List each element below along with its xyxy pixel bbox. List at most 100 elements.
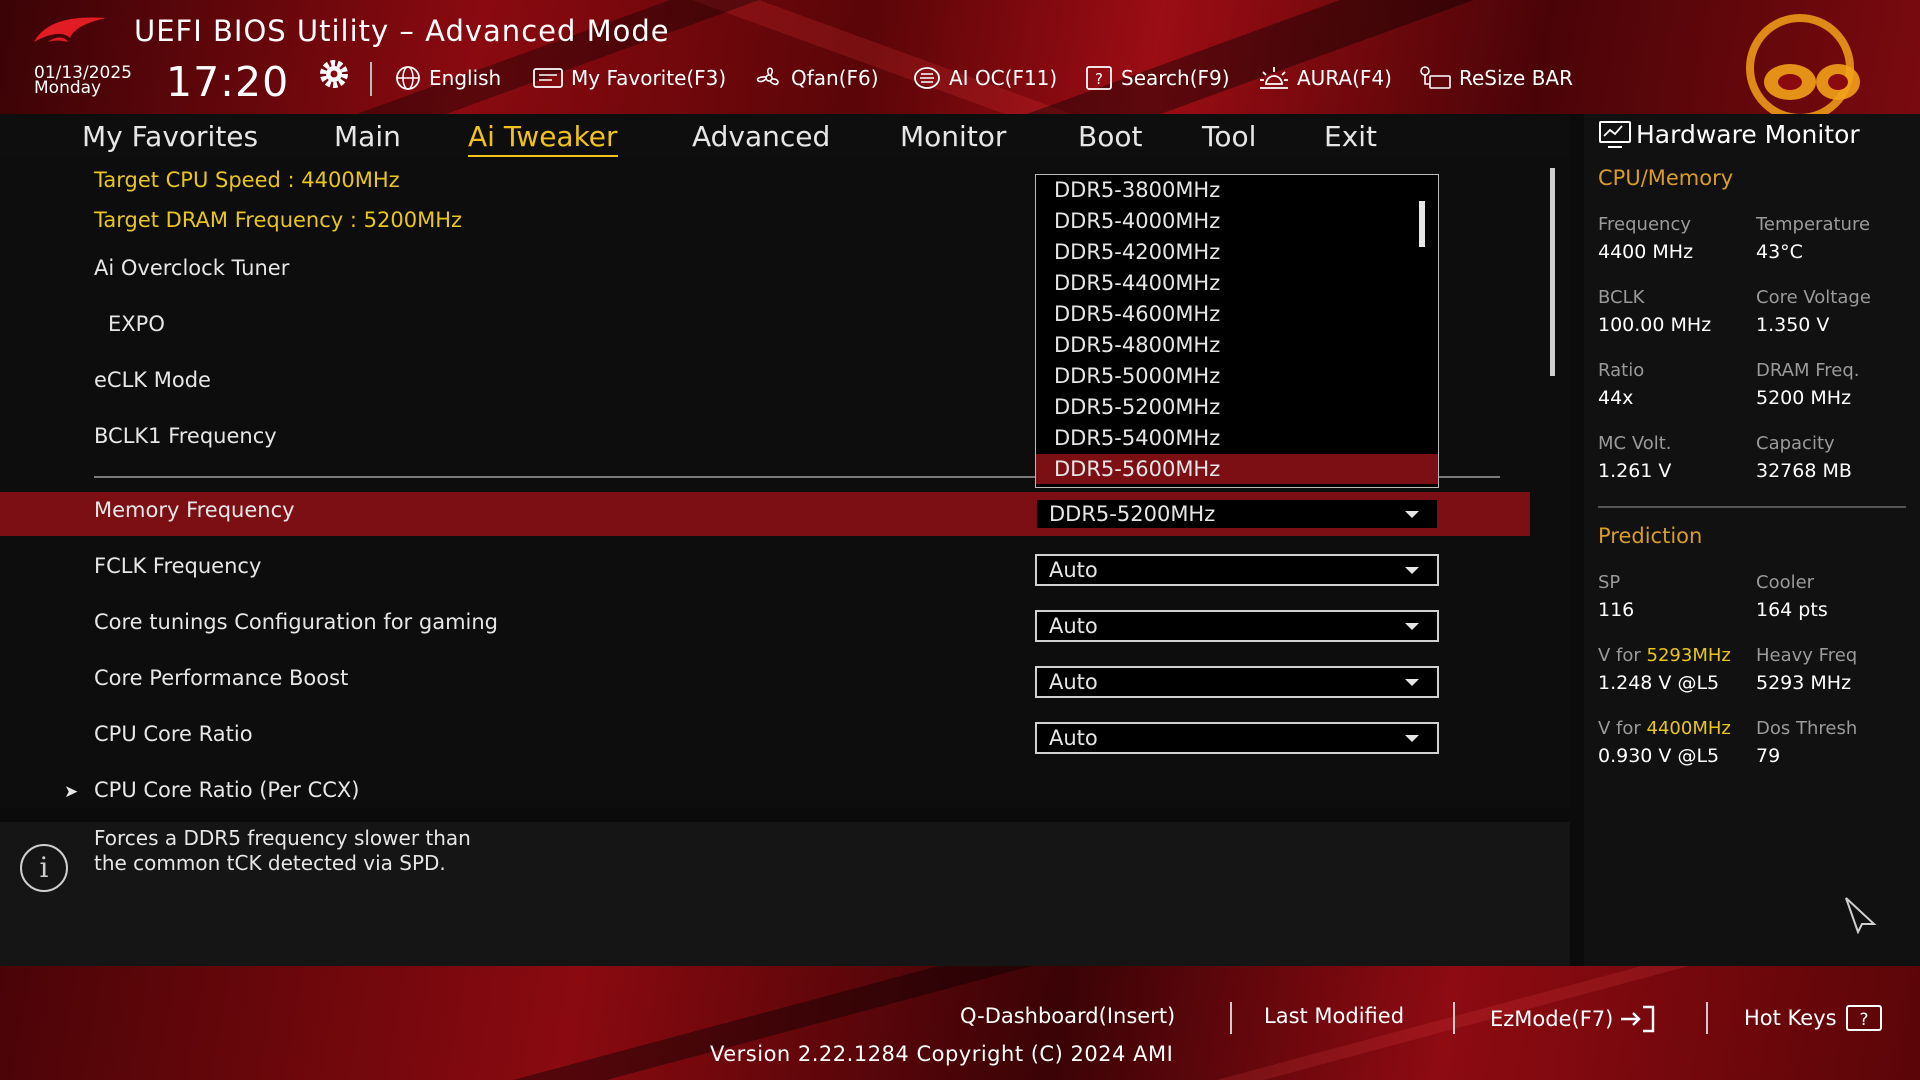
hw-value-vfor-heavy: 1.248 V @L5 bbox=[1598, 672, 1720, 694]
help-icon: ? bbox=[1845, 1005, 1882, 1031]
dropdown-option[interactable]: DDR5-4600MHz bbox=[1036, 299, 1438, 329]
hw-label-heavy-freq: Heavy Freq bbox=[1756, 645, 1858, 666]
hw-value-mc-volt: 1.261 V bbox=[1598, 460, 1672, 482]
watermark-logo-icon bbox=[1746, 14, 1860, 114]
setting-memory-frequency[interactable]: Memory Frequency bbox=[94, 498, 295, 522]
chevron-down-icon bbox=[1405, 735, 1419, 742]
hw-label-dos-thresh: Dos Thresh bbox=[1756, 718, 1858, 739]
dropdown-scrollbar[interactable] bbox=[1419, 201, 1425, 247]
toolbar-search[interactable]: ? Search(F9) bbox=[1084, 64, 1230, 92]
tab-ai-tweaker[interactable]: Ai Tweaker bbox=[468, 120, 618, 157]
tab-exit[interactable]: Exit bbox=[1324, 120, 1377, 153]
hw-label-frequency: Frequency bbox=[1598, 214, 1691, 235]
hw-value-temperature: 43°C bbox=[1756, 241, 1803, 263]
hw-value-vfor-dos: 0.930 V @L5 bbox=[1598, 745, 1720, 767]
ezmode-button[interactable]: EzMode(F7) bbox=[1490, 1004, 1657, 1034]
tab-advanced[interactable]: Advanced bbox=[692, 120, 830, 153]
chevron-down-icon bbox=[1405, 567, 1419, 574]
toolbar-label: AI OC(F11) bbox=[949, 66, 1058, 90]
dropdown-option[interactable]: DDR5-4800MHz bbox=[1036, 330, 1438, 360]
ezmode-label: EzMode(F7) bbox=[1490, 1007, 1614, 1031]
dropdown-option[interactable]: DDR5-5400MHz bbox=[1036, 423, 1438, 453]
hw-divider bbox=[1598, 506, 1906, 508]
tab-tool[interactable]: Tool bbox=[1202, 120, 1256, 153]
dropdown-option[interactable]: DDR5-4400MHz bbox=[1036, 268, 1438, 298]
fan-icon bbox=[756, 67, 779, 86]
footer-bar: Q-Dashboard(Insert) Last Modified EzMode… bbox=[0, 966, 1920, 1080]
cpu-memory-section-title: CPU/Memory bbox=[1598, 166, 1734, 190]
hw-value-core-voltage: 1.350 V bbox=[1756, 314, 1830, 336]
hot-keys-button[interactable]: Hot Keys ? bbox=[1744, 1004, 1883, 1032]
hw-label-capacity: Capacity bbox=[1756, 433, 1835, 454]
setting-eclk-mode[interactable]: eCLK Mode bbox=[94, 368, 211, 392]
app-title: UEFI BIOS Utility – Advanced Mode bbox=[134, 14, 670, 48]
toolbar-aura[interactable]: AURA(F4) bbox=[1258, 64, 1392, 92]
cpu-core-ratio-select[interactable]: Auto bbox=[1035, 722, 1439, 754]
dropdown-option[interactable]: DDR5-4000MHz bbox=[1036, 206, 1438, 236]
select-value: Auto bbox=[1049, 614, 1098, 638]
fclk-frequency-select[interactable]: Auto bbox=[1035, 554, 1439, 586]
dropdown-option[interactable]: DDR5-5200MHz bbox=[1036, 392, 1438, 422]
main-scrollbar[interactable] bbox=[1550, 168, 1555, 376]
q-dashboard-button[interactable]: Q-Dashboard(Insert) bbox=[960, 1004, 1175, 1028]
chevron-down-icon bbox=[1405, 679, 1419, 686]
target-cpu-speed: Target CPU Speed : 4400MHz bbox=[94, 168, 400, 192]
hw-label-bclk: BCLK bbox=[1598, 287, 1645, 308]
aura-icon bbox=[1260, 67, 1288, 89]
core-performance-boost-select[interactable]: Auto bbox=[1035, 666, 1439, 698]
setting-expo[interactable]: EXPO bbox=[108, 312, 165, 336]
hw-label-mc-volt: MC Volt. bbox=[1598, 433, 1672, 454]
hw-value-capacity: 32768 MB bbox=[1756, 460, 1852, 482]
setting-ai-overclock-tuner[interactable]: Ai Overclock Tuner bbox=[94, 256, 289, 280]
search-icon: ? bbox=[1086, 66, 1112, 90]
gear-icon[interactable] bbox=[316, 56, 352, 92]
core-tunings-select[interactable]: Auto bbox=[1035, 610, 1439, 642]
setting-cpu-core-ratio[interactable]: CPU Core Ratio bbox=[94, 722, 253, 746]
hw-label-dram-freq: DRAM Freq. bbox=[1756, 360, 1860, 381]
mouse-cursor-icon bbox=[1845, 897, 1877, 934]
select-value: Auto bbox=[1049, 726, 1098, 750]
setting-bclk1-frequency[interactable]: BCLK1 Frequency bbox=[94, 424, 277, 448]
svg-text:?: ? bbox=[1095, 70, 1103, 88]
dropdown-option[interactable]: DDR5-5000MHz bbox=[1036, 361, 1438, 391]
clock-display: 17:20 bbox=[166, 58, 290, 106]
toolbar-label: English bbox=[429, 66, 502, 90]
toolbar-qfan[interactable]: Qfan(F6) bbox=[754, 64, 879, 92]
chevron-down-icon bbox=[1405, 623, 1419, 630]
memory-frequency-dropdown[interactable]: DDR5-3800MHz DDR5-4000MHz DDR5-4200MHz D… bbox=[1035, 174, 1439, 488]
toolbar-ai-oc[interactable]: AI OC(F11) bbox=[912, 64, 1057, 92]
setting-core-performance-boost[interactable]: Core Performance Boost bbox=[94, 666, 348, 690]
vfor-label: V for bbox=[1598, 645, 1641, 666]
toolbar-my-favorite[interactable]: My Favorite(F3) bbox=[532, 64, 726, 92]
toolbar-language[interactable]: English bbox=[394, 64, 501, 92]
hw-value-ratio: 44x bbox=[1598, 387, 1634, 409]
vfor-dos-freq: 4400MHz bbox=[1646, 718, 1731, 739]
globe-icon bbox=[396, 66, 420, 90]
last-modified-button[interactable]: Last Modified bbox=[1264, 1004, 1404, 1028]
setting-fclk-frequency[interactable]: FCLK Frequency bbox=[94, 554, 261, 578]
dropdown-option[interactable]: DDR5-3800MHz bbox=[1036, 175, 1438, 205]
tab-boot[interactable]: Boot bbox=[1078, 120, 1142, 153]
monitor-icon bbox=[1599, 121, 1631, 148]
hw-label-vfor-heavy: V for 5293MHz bbox=[1598, 645, 1731, 666]
tab-my-favorites[interactable]: My Favorites bbox=[82, 120, 258, 153]
setting-cpu-core-ratio-per-ccx[interactable]: CPU Core Ratio (Per CCX) bbox=[94, 778, 359, 802]
hw-value-sp: 116 bbox=[1598, 599, 1635, 621]
memory-frequency-select[interactable]: DDR5-5200MHz bbox=[1035, 498, 1439, 530]
toolbar-label: Search(F9) bbox=[1121, 66, 1230, 90]
hw-value-bclk: 100.00 MHz bbox=[1598, 314, 1712, 336]
ai-oc-icon bbox=[914, 67, 940, 89]
footer-separator bbox=[1230, 1002, 1232, 1034]
toolbar-resize-bar[interactable]: ReSize BAR bbox=[1418, 64, 1573, 92]
setting-core-tunings[interactable]: Core tunings Configuration for gaming bbox=[94, 610, 498, 634]
dropdown-option[interactable]: DDR5-4200MHz bbox=[1036, 237, 1438, 267]
tab-monitor[interactable]: Monitor bbox=[900, 120, 1006, 153]
tab-main[interactable]: Main bbox=[334, 120, 401, 153]
hw-label-cooler: Cooler bbox=[1756, 572, 1815, 593]
dropdown-option-highlighted[interactable]: DDR5-5600MHz bbox=[1036, 454, 1438, 484]
help-text: Forces a DDR5 frequency slower than the … bbox=[94, 826, 471, 876]
toolbar-label: My Favorite(F3) bbox=[571, 66, 727, 90]
select-value: Auto bbox=[1049, 558, 1098, 582]
vfor-label: V for bbox=[1598, 718, 1641, 739]
hw-label-temperature: Temperature bbox=[1756, 214, 1871, 235]
